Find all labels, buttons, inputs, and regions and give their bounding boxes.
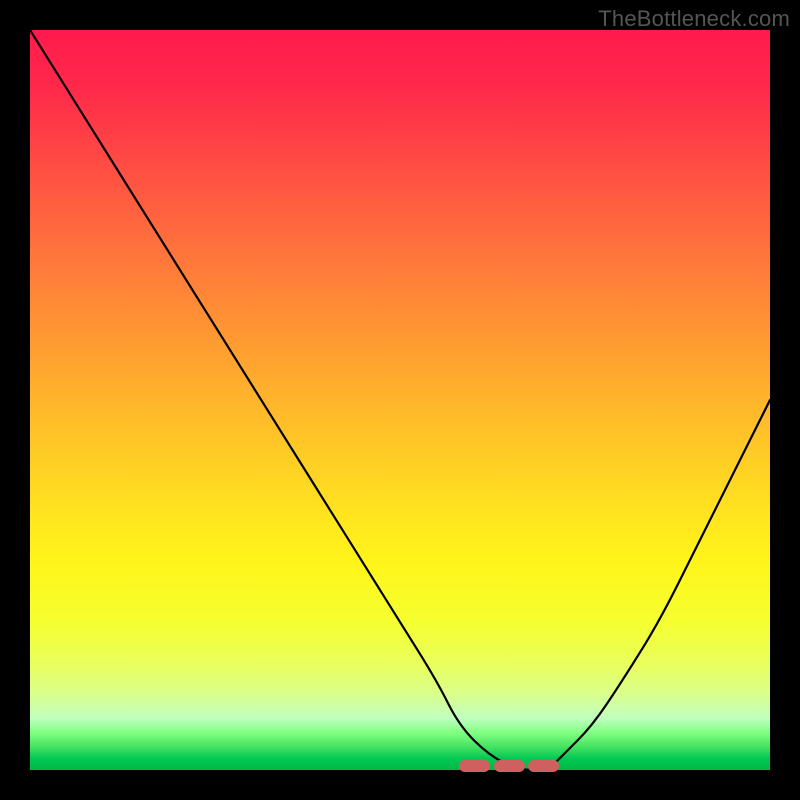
optimal-range-marker-right — [528, 760, 559, 772]
chart-container: TheBottleneck.com — [0, 0, 800, 800]
optimal-range-marker-mid — [494, 760, 525, 772]
bottleneck-curve — [30, 30, 770, 770]
watermark-text: TheBottleneck.com — [598, 6, 790, 32]
plot-area — [30, 30, 770, 770]
optimal-range-marker-left — [459, 760, 490, 772]
